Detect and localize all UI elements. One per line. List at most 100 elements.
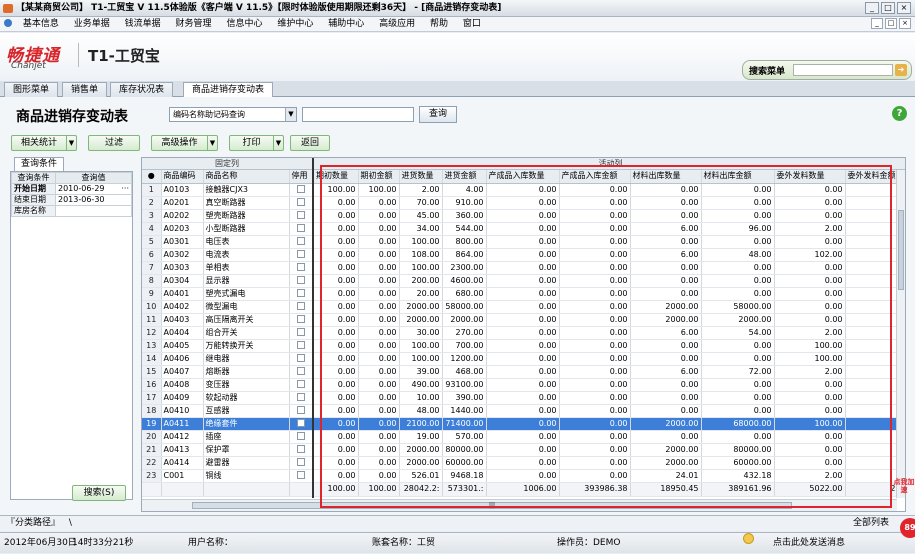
table-row[interactable]: 17 A0409 软起动器 [142, 391, 313, 405]
disabled-checkbox[interactable] [296, 223, 305, 232]
disabled-checkbox[interactable] [296, 444, 305, 453]
col-active-header[interactable]: 材料出库金额 [701, 170, 775, 184]
cond-start-date-input[interactable]: 2010-06-29 ··· [55, 183, 132, 195]
disabled-checkbox[interactable] [296, 249, 305, 258]
disabled-checkbox[interactable] [296, 457, 305, 466]
menu-finance[interactable]: 财务管理 [170, 17, 218, 31]
query-mode-select[interactable]: 编码名称助记码查询 ▼ [169, 107, 297, 122]
col-active-header[interactable]: 产成品入库数量 [486, 170, 560, 184]
disabled-checkbox[interactable] [296, 392, 305, 401]
disabled-checkbox[interactable] [296, 379, 305, 388]
disabled-checkbox[interactable] [296, 197, 305, 206]
chevron-down-icon[interactable]: ▼ [273, 136, 283, 150]
table-row[interactable]: 21 A0413 保护罩 [142, 443, 313, 457]
col-active-header[interactable]: 进货金额 [442, 170, 487, 184]
child-restore-button[interactable]: □ [885, 18, 897, 29]
col-code-header[interactable]: 商品编码 [161, 170, 204, 184]
tab-inventory-change[interactable]: 商品进销存变动表 [183, 82, 274, 97]
disabled-checkbox[interactable] [296, 353, 305, 362]
disabled-checkbox[interactable] [296, 275, 305, 284]
table-row[interactable]: 0.00 0.00 19.00 570.00 0.00 0.00 0.00 0.00 0.00 [314, 430, 899, 444]
close-button[interactable]: × [897, 2, 911, 14]
vertical-scrollbar[interactable] [896, 170, 905, 498]
advanced-button[interactable]: 高级操作 ▼ [151, 135, 218, 151]
query-input[interactable] [302, 107, 414, 122]
disabled-checkbox[interactable] [296, 210, 305, 219]
table-row[interactable]: 0.00 0.00 2000.00 2000.00 0.00 0.00 2000.00 200… [314, 313, 899, 327]
col-active-header[interactable]: 委外发料金额 [845, 170, 899, 184]
menu-window[interactable]: 窗口 [457, 17, 487, 31]
table-row[interactable]: 0.00 0.00 100.00 700.00 0.00 0.00 0.00 0.00 100.… [314, 339, 899, 353]
col-disabled-header[interactable]: 停用 [289, 170, 313, 184]
disabled-checkbox[interactable] [296, 184, 305, 193]
table-row[interactable]: 0.00 0.00 10.00 390.00 0.00 0.00 0.00 0.00 0.00 [314, 391, 899, 405]
col-active-header[interactable]: 期初数量 [314, 170, 359, 184]
disabled-checkbox[interactable] [296, 314, 305, 323]
tab-graphic-menu[interactable]: 图形菜单 [4, 82, 59, 97]
message-icon[interactable] [743, 533, 754, 544]
table-row[interactable]: 14 A0406 继电器 [142, 352, 313, 366]
stats-button[interactable]: 相关统计 ▼ [11, 135, 77, 151]
table-row[interactable]: 7 A0303 单相表 [142, 261, 313, 275]
table-row[interactable]: 9 A0401 塑壳式漏电 [142, 287, 313, 301]
table-row[interactable]: 0.00 0.00 526.01 9468.18 0.00 0.00 24.01 432.18… [314, 469, 899, 483]
table-row[interactable]: 0.00 0.00 45.00 360.00 0.00 0.00 0.00 0.00 0.00 [314, 209, 899, 223]
chevron-down-icon[interactable]: ▼ [66, 136, 76, 150]
col-active-header[interactable]: 产成品入库金额 [559, 170, 631, 184]
table-row[interactable]: 18 A0410 互感器 [142, 404, 313, 418]
filter-button[interactable]: 过滤 [88, 135, 140, 151]
scroll-thumb[interactable] [898, 210, 904, 290]
table-row[interactable]: 12 A0404 组合开关 [142, 326, 313, 340]
help-icon[interactable]: ? [892, 106, 907, 121]
back-button[interactable]: 返回 [290, 135, 330, 151]
col-active-header[interactable]: 进货数量 [399, 170, 443, 184]
table-row[interactable]: 15 A0407 熔断器 [142, 365, 313, 379]
disabled-checkbox[interactable] [296, 340, 305, 349]
table-row[interactable]: 2 A0201 真空断路器 [142, 196, 313, 210]
disabled-checkbox[interactable] [296, 327, 305, 336]
minimize-button[interactable]: _ [865, 2, 879, 14]
table-row[interactable]: 0.00 0.00 70.00 910.00 0.00 0.00 0.00 0.00 0.00 [314, 196, 899, 210]
table-row[interactable]: 0.00 0.00 34.00 544.00 0.00 0.00 6.00 96.00 2.00 [314, 222, 899, 236]
cond-warehouse-input[interactable] [55, 205, 132, 217]
chevron-down-icon[interactable]: ▼ [285, 108, 296, 121]
table-row[interactable]: 0.00 0.00 2000.00 60000.00 0.00 0.00 2000.00 60… [314, 456, 899, 470]
table-row[interactable]: 16 A0408 变压器 [142, 378, 313, 392]
table-row[interactable]: 0.00 0.00 2100.00 71400.00 0.00 0.00 2000.00 68… [314, 417, 899, 431]
table-row[interactable]: 0.00 0.00 200.00 4600.00 0.00 0.00 0.00 0.00 0.0… [314, 274, 899, 288]
menu-help[interactable]: 帮助 [424, 17, 454, 31]
table-row[interactable]: 0.00 0.00 108.00 864.00 0.00 0.00 6.00 48.00 102… [314, 248, 899, 262]
disabled-checkbox[interactable] [296, 262, 305, 271]
menu-info-center[interactable]: 信息中心 [220, 17, 268, 31]
col-active-header[interactable]: 材料出库数量 [630, 170, 702, 184]
menu-advanced[interactable]: 高级应用 [373, 17, 421, 31]
table-row[interactable]: 0.00 0.00 48.00 1440.00 0.00 0.00 0.00 0.00 0.00 [314, 404, 899, 418]
all-list-link[interactable]: 全部列表 [853, 516, 889, 531]
disabled-checkbox[interactable] [296, 418, 305, 427]
maximize-button[interactable]: □ [881, 2, 895, 14]
table-row[interactable]: 0.00 0.00 100.00 2300.00 0.00 0.00 0.00 0.00 0.0… [314, 261, 899, 275]
speedup-float[interactable]: 点我加速 [893, 478, 915, 514]
disabled-checkbox[interactable] [296, 366, 305, 375]
tab-sales-order[interactable]: 销售单 [62, 82, 108, 97]
table-row[interactable]: 0.00 0.00 100.00 1200.00 0.00 0.00 0.00 0.00 100… [314, 352, 899, 366]
cond-end-date-input[interactable]: 2013-06-30 [55, 194, 132, 206]
menu-business-docs[interactable]: 业务单据 [68, 17, 116, 31]
child-minimize-button[interactable]: _ [871, 18, 883, 29]
disabled-checkbox[interactable] [296, 301, 305, 310]
table-row[interactable]: 0.00 0.00 2000.00 80000.00 0.00 0.00 2000.00 80… [314, 443, 899, 457]
child-close-button[interactable]: × [899, 18, 911, 29]
table-row[interactable]: 23 C001 铜线 [142, 469, 313, 483]
menu-basic-info[interactable]: 基本信息 [17, 17, 65, 31]
table-row[interactable]: 19 A0411 绝缘套件 [142, 417, 313, 431]
search-go-icon[interactable]: ➜ [895, 64, 907, 76]
table-row[interactable]: 11 A0403 高压隔离开关 [142, 313, 313, 327]
table-row[interactable]: 0.00 0.00 20.00 680.00 0.00 0.00 0.00 0.00 0.00 [314, 287, 899, 301]
print-button[interactable]: 打印 ▼ [229, 135, 284, 151]
query-conditions-tab[interactable]: 查询条件 [14, 157, 65, 171]
ellipsis-icon[interactable]: ··· [121, 185, 129, 194]
table-row[interactable]: 6 A0302 电流表 [142, 248, 313, 262]
table-row[interactable]: 8 A0304 显示器 [142, 274, 313, 288]
table-row[interactable]: 13 A0405 万能转换开关 [142, 339, 313, 353]
category-path-label[interactable]: 『分类路径』 [6, 518, 60, 528]
